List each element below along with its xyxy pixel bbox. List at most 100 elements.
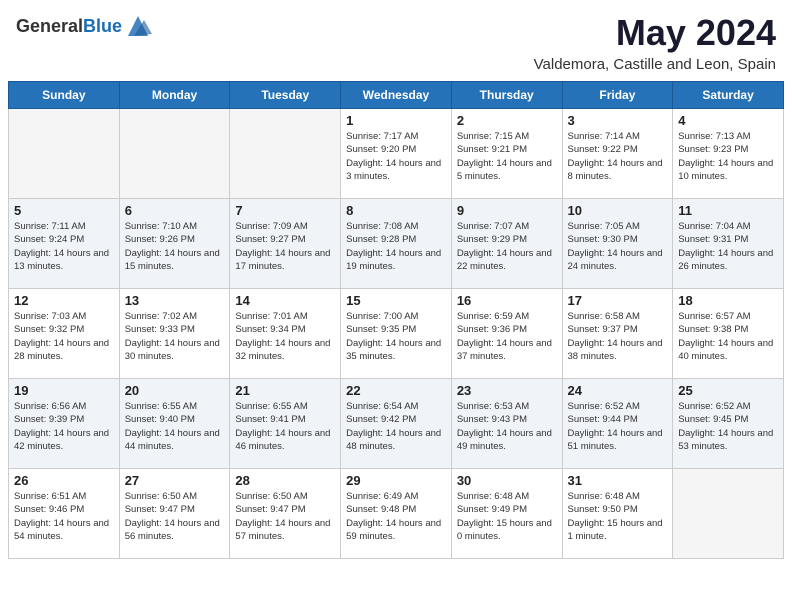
week-row-1: 1 Sunrise: 7:17 AMSunset: 9:20 PMDaylight…: [9, 109, 784, 199]
day-number: 1: [346, 113, 446, 128]
calendar-cell: 6 Sunrise: 7:10 AMSunset: 9:26 PMDaylight…: [119, 199, 230, 289]
day-number: 8: [346, 203, 446, 218]
day-number: 29: [346, 473, 446, 488]
day-info: Sunrise: 6:51 AMSunset: 9:46 PMDaylight:…: [14, 490, 114, 543]
day-number: 20: [125, 383, 225, 398]
day-number: 9: [457, 203, 557, 218]
day-info: Sunrise: 6:50 AMSunset: 9:47 PMDaylight:…: [235, 490, 335, 543]
weekday-header-row: SundayMondayTuesdayWednesdayThursdayFrid…: [9, 82, 784, 109]
day-info: Sunrise: 6:48 AMSunset: 9:49 PMDaylight:…: [457, 490, 557, 543]
day-number: 4: [678, 113, 778, 128]
calendar-cell: 14Sunrise: 7:01 AMSunset: 9:34 PMDayligh…: [230, 289, 341, 379]
day-number: 6: [125, 203, 225, 218]
calendar-cell: 17 Sunrise: 6:58 AMSunset: 9:37 PMDayligh…: [562, 289, 673, 379]
day-info: Sunrise: 7:13 AMSunset: 9:23 PMDaylight:…: [678, 130, 778, 183]
logo-general: General: [16, 16, 83, 36]
day-info: Sunrise: 7:14 AMSunset: 9:22 PMDaylight:…: [568, 130, 668, 183]
page-header: GeneralBlue May 2024 Valdemora, Castille…: [0, 0, 792, 81]
day-info: Sunrise: 7:08 AMSunset: 9:28 PMDaylight:…: [346, 220, 446, 273]
calendar-cell: 11Sunrise: 7:04 AMSunset: 9:31 PMDayligh…: [673, 199, 784, 289]
day-info: Sunrise: 6:57 AMSunset: 9:38 PMDaylight:…: [678, 310, 778, 363]
day-info: Sunrise: 6:50 AMSunset: 9:47 PMDaylight:…: [125, 490, 225, 543]
day-info: Sunrise: 7:00 AMSunset: 9:35 PMDaylight:…: [346, 310, 446, 363]
day-number: 11: [678, 203, 778, 218]
calendar-cell: 30 Sunrise: 6:48 AMSunset: 9:49 PMDayligh…: [451, 469, 562, 559]
calendar-cell: 24 Sunrise: 6:52 AMSunset: 9:44 PMDayligh…: [562, 379, 673, 469]
calendar-cell: 10 Sunrise: 7:05 AMSunset: 9:30 PMDayligh…: [562, 199, 673, 289]
day-info: Sunrise: 6:48 AMSunset: 9:50 PMDaylight:…: [568, 490, 668, 543]
calendar-cell: 29Sunrise: 6:49 AMSunset: 9:48 PMDayligh…: [341, 469, 452, 559]
calendar-cell: 5 Sunrise: 7:11 AMSunset: 9:24 PMDaylight…: [9, 199, 120, 289]
calendar-cell: 27Sunrise: 6:50 AMSunset: 9:47 PMDayligh…: [119, 469, 230, 559]
calendar-cell: 22Sunrise: 6:54 AMSunset: 9:42 PMDayligh…: [341, 379, 452, 469]
calendar-cell: 15Sunrise: 7:00 AMSunset: 9:35 PMDayligh…: [341, 289, 452, 379]
title-block: May 2024 Valdemora, Castille and Leon, S…: [534, 12, 776, 73]
day-number: 5: [14, 203, 114, 218]
weekday-header-monday: Monday: [119, 82, 230, 109]
calendar-cell: 28 Sunrise: 6:50 AMSunset: 9:47 PMDayligh…: [230, 469, 341, 559]
week-row-2: 5 Sunrise: 7:11 AMSunset: 9:24 PMDaylight…: [9, 199, 784, 289]
day-number: 23: [457, 383, 557, 398]
weekday-header-saturday: Saturday: [673, 82, 784, 109]
day-info: Sunrise: 6:56 AMSunset: 9:39 PMDaylight:…: [14, 400, 114, 453]
weekday-header-friday: Friday: [562, 82, 673, 109]
calendar-cell: 3 Sunrise: 7:14 AMSunset: 9:22 PMDaylight…: [562, 109, 673, 199]
day-info: Sunrise: 7:07 AMSunset: 9:29 PMDaylight:…: [457, 220, 557, 273]
calendar-cell: 9 Sunrise: 7:07 AMSunset: 9:29 PMDaylight…: [451, 199, 562, 289]
day-number: 26: [14, 473, 114, 488]
day-number: 19: [14, 383, 114, 398]
day-number: 18: [678, 293, 778, 308]
weekday-header-thursday: Thursday: [451, 82, 562, 109]
day-info: Sunrise: 7:11 AMSunset: 9:24 PMDaylight:…: [14, 220, 114, 273]
calendar-cell: 13Sunrise: 7:02 AMSunset: 9:33 PMDayligh…: [119, 289, 230, 379]
day-info: Sunrise: 7:09 AMSunset: 9:27 PMDaylight:…: [235, 220, 335, 273]
day-number: 17: [568, 293, 668, 308]
calendar-cell: 18 Sunrise: 6:57 AMSunset: 9:38 PMDayligh…: [673, 289, 784, 379]
day-info: Sunrise: 7:15 AMSunset: 9:21 PMDaylight:…: [457, 130, 557, 183]
calendar-cell: 21Sunrise: 6:55 AMSunset: 9:41 PMDayligh…: [230, 379, 341, 469]
day-info: Sunrise: 7:05 AMSunset: 9:30 PMDaylight:…: [568, 220, 668, 273]
calendar-cell: 26 Sunrise: 6:51 AMSunset: 9:46 PMDayligh…: [9, 469, 120, 559]
calendar-table: SundayMondayTuesdayWednesdayThursdayFrid…: [8, 81, 784, 559]
day-info: Sunrise: 6:52 AMSunset: 9:44 PMDaylight:…: [568, 400, 668, 453]
calendar-cell: [119, 109, 230, 199]
day-info: Sunrise: 7:10 AMSunset: 9:26 PMDaylight:…: [125, 220, 225, 273]
calendar-cell: [9, 109, 120, 199]
calendar-cell: 4 Sunrise: 7:13 AMSunset: 9:23 PMDaylight…: [673, 109, 784, 199]
day-info: Sunrise: 7:17 AMSunset: 9:20 PMDaylight:…: [346, 130, 446, 183]
calendar-cell: 1 Sunrise: 7:17 AMSunset: 9:20 PMDaylight…: [341, 109, 452, 199]
week-row-5: 26 Sunrise: 6:51 AMSunset: 9:46 PMDayligh…: [9, 469, 784, 559]
day-info: Sunrise: 6:54 AMSunset: 9:42 PMDaylight:…: [346, 400, 446, 453]
week-row-4: 19 Sunrise: 6:56 AMSunset: 9:39 PMDayligh…: [9, 379, 784, 469]
calendar-subtitle: Valdemora, Castille and Leon, Spain: [534, 56, 776, 73]
day-info: Sunrise: 7:03 AMSunset: 9:32 PMDaylight:…: [14, 310, 114, 363]
day-info: Sunrise: 6:52 AMSunset: 9:45 PMDaylight:…: [678, 400, 778, 453]
day-number: 3: [568, 113, 668, 128]
day-number: 30: [457, 473, 557, 488]
calendar-cell: [673, 469, 784, 559]
day-number: 10: [568, 203, 668, 218]
day-info: Sunrise: 6:53 AMSunset: 9:43 PMDaylight:…: [457, 400, 557, 453]
day-info: Sunrise: 6:55 AMSunset: 9:41 PMDaylight:…: [235, 400, 335, 453]
day-number: 2: [457, 113, 557, 128]
weekday-header-tuesday: Tuesday: [230, 82, 341, 109]
day-info: Sunrise: 6:58 AMSunset: 9:37 PMDaylight:…: [568, 310, 668, 363]
day-number: 13: [125, 293, 225, 308]
day-number: 31: [568, 473, 668, 488]
calendar-cell: 20 Sunrise: 6:55 AMSunset: 9:40 PMDayligh…: [119, 379, 230, 469]
day-info: Sunrise: 6:59 AMSunset: 9:36 PMDaylight:…: [457, 310, 557, 363]
day-number: 12: [14, 293, 114, 308]
weekday-header-wednesday: Wednesday: [341, 82, 452, 109]
day-number: 28: [235, 473, 335, 488]
logo: GeneralBlue: [16, 12, 152, 40]
calendar-cell: 8 Sunrise: 7:08 AMSunset: 9:28 PMDaylight…: [341, 199, 452, 289]
day-number: 25: [678, 383, 778, 398]
week-row-3: 12 Sunrise: 7:03 AMSunset: 9:32 PMDayligh…: [9, 289, 784, 379]
logo-icon: [124, 12, 152, 40]
calendar-cell: 19 Sunrise: 6:56 AMSunset: 9:39 PMDayligh…: [9, 379, 120, 469]
weekday-header-sunday: Sunday: [9, 82, 120, 109]
day-number: 7: [235, 203, 335, 218]
day-number: 24: [568, 383, 668, 398]
calendar-cell: 2 Sunrise: 7:15 AMSunset: 9:21 PMDaylight…: [451, 109, 562, 199]
day-info: Sunrise: 6:55 AMSunset: 9:40 PMDaylight:…: [125, 400, 225, 453]
